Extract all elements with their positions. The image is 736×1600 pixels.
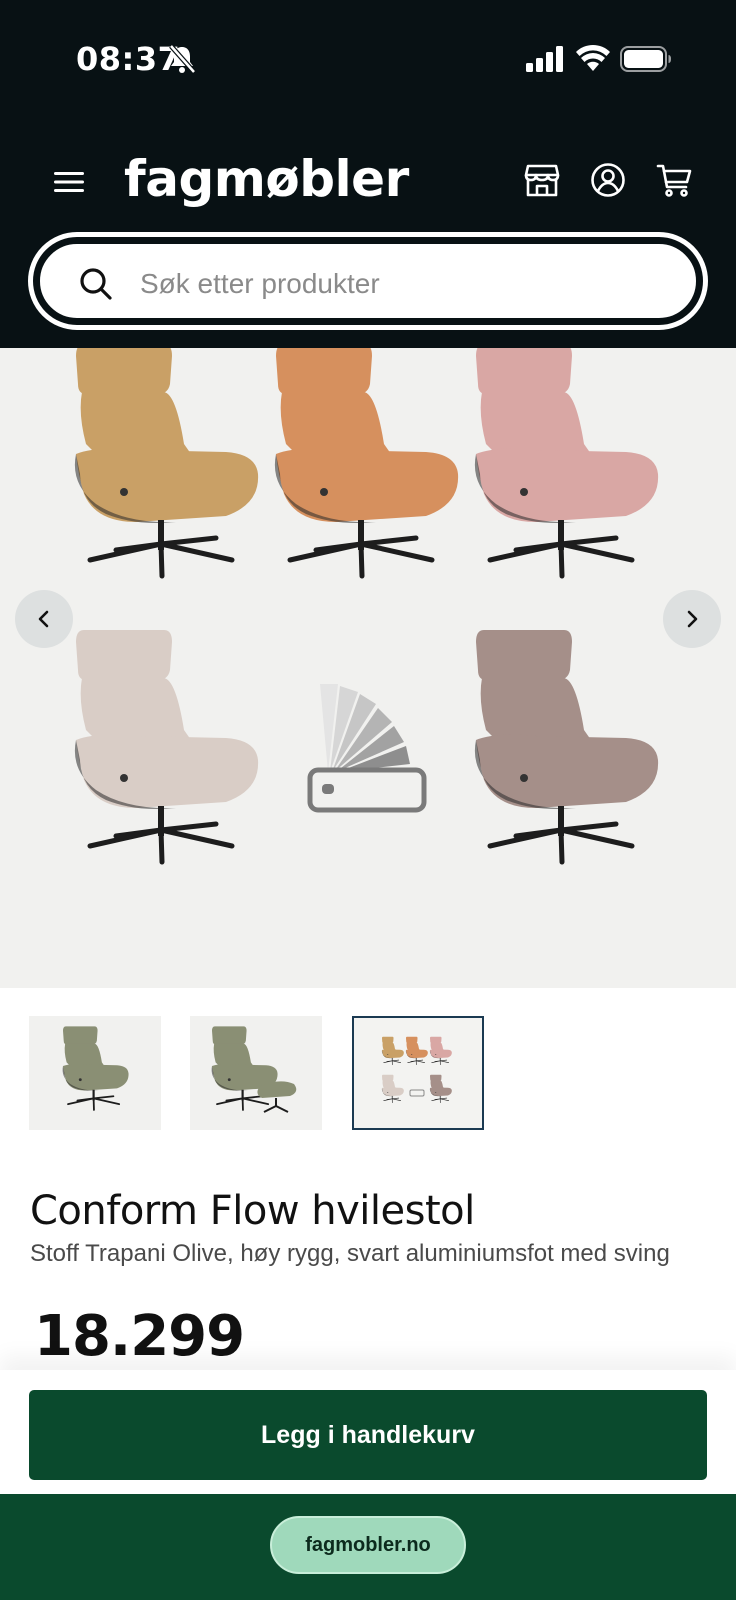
chevron-right-icon bbox=[687, 610, 698, 628]
thumbnail-image bbox=[381, 1036, 453, 1103]
search-icon[interactable] bbox=[78, 266, 114, 302]
product-price: 18.299 bbox=[34, 1304, 245, 1369]
product-title: Conform Flow hvilestol bbox=[30, 1188, 475, 1234]
menu-icon[interactable] bbox=[54, 170, 84, 194]
store-icon[interactable] bbox=[524, 162, 560, 198]
chevron-left-icon bbox=[38, 610, 49, 628]
status-bar: 08:37 bbox=[0, 0, 736, 120]
thumbnail-strip bbox=[0, 1016, 736, 1130]
site-header: fagmøbler bbox=[0, 120, 736, 348]
gallery-prev-button[interactable] bbox=[15, 590, 73, 648]
gallery-next-button[interactable] bbox=[663, 590, 721, 648]
user-icon[interactable] bbox=[590, 162, 626, 198]
thumbnail-image bbox=[61, 1025, 130, 1111]
thumbnail-1[interactable] bbox=[29, 1016, 161, 1130]
product-image-gallery[interactable] bbox=[0, 348, 736, 988]
site-logo[interactable]: fagmøbler bbox=[124, 150, 409, 208]
thumbnail-2[interactable] bbox=[190, 1016, 322, 1130]
thumbnail-image bbox=[210, 1025, 297, 1113]
url-bar[interactable]: fagmobler.no bbox=[270, 1516, 466, 1574]
app-root: 08:37 fagmøbler Søk etter produkter Conf… bbox=[0, 0, 736, 1600]
browser-bottom-bar: fagmobler.no bbox=[0, 1494, 736, 1600]
product-subtitle: Stoff Trapani Olive, høy rygg, svart alu… bbox=[30, 1240, 670, 1267]
cart-icon[interactable] bbox=[656, 162, 692, 198]
status-time: 08:37 bbox=[76, 40, 181, 78]
wifi-icon bbox=[576, 44, 610, 71]
battery-icon bbox=[620, 46, 671, 72]
add-to-cart-button[interactable]: Legg i handlekurv bbox=[29, 1390, 707, 1480]
search-field-wrapper[interactable] bbox=[37, 241, 699, 321]
product-image bbox=[0, 348, 736, 988]
search-bar bbox=[28, 232, 708, 330]
search-input[interactable] bbox=[140, 254, 660, 314]
thumbnail-3-selected[interactable] bbox=[352, 1016, 484, 1130]
bell-slash-icon bbox=[169, 44, 196, 74]
cellular-signal-icon bbox=[526, 46, 563, 72]
